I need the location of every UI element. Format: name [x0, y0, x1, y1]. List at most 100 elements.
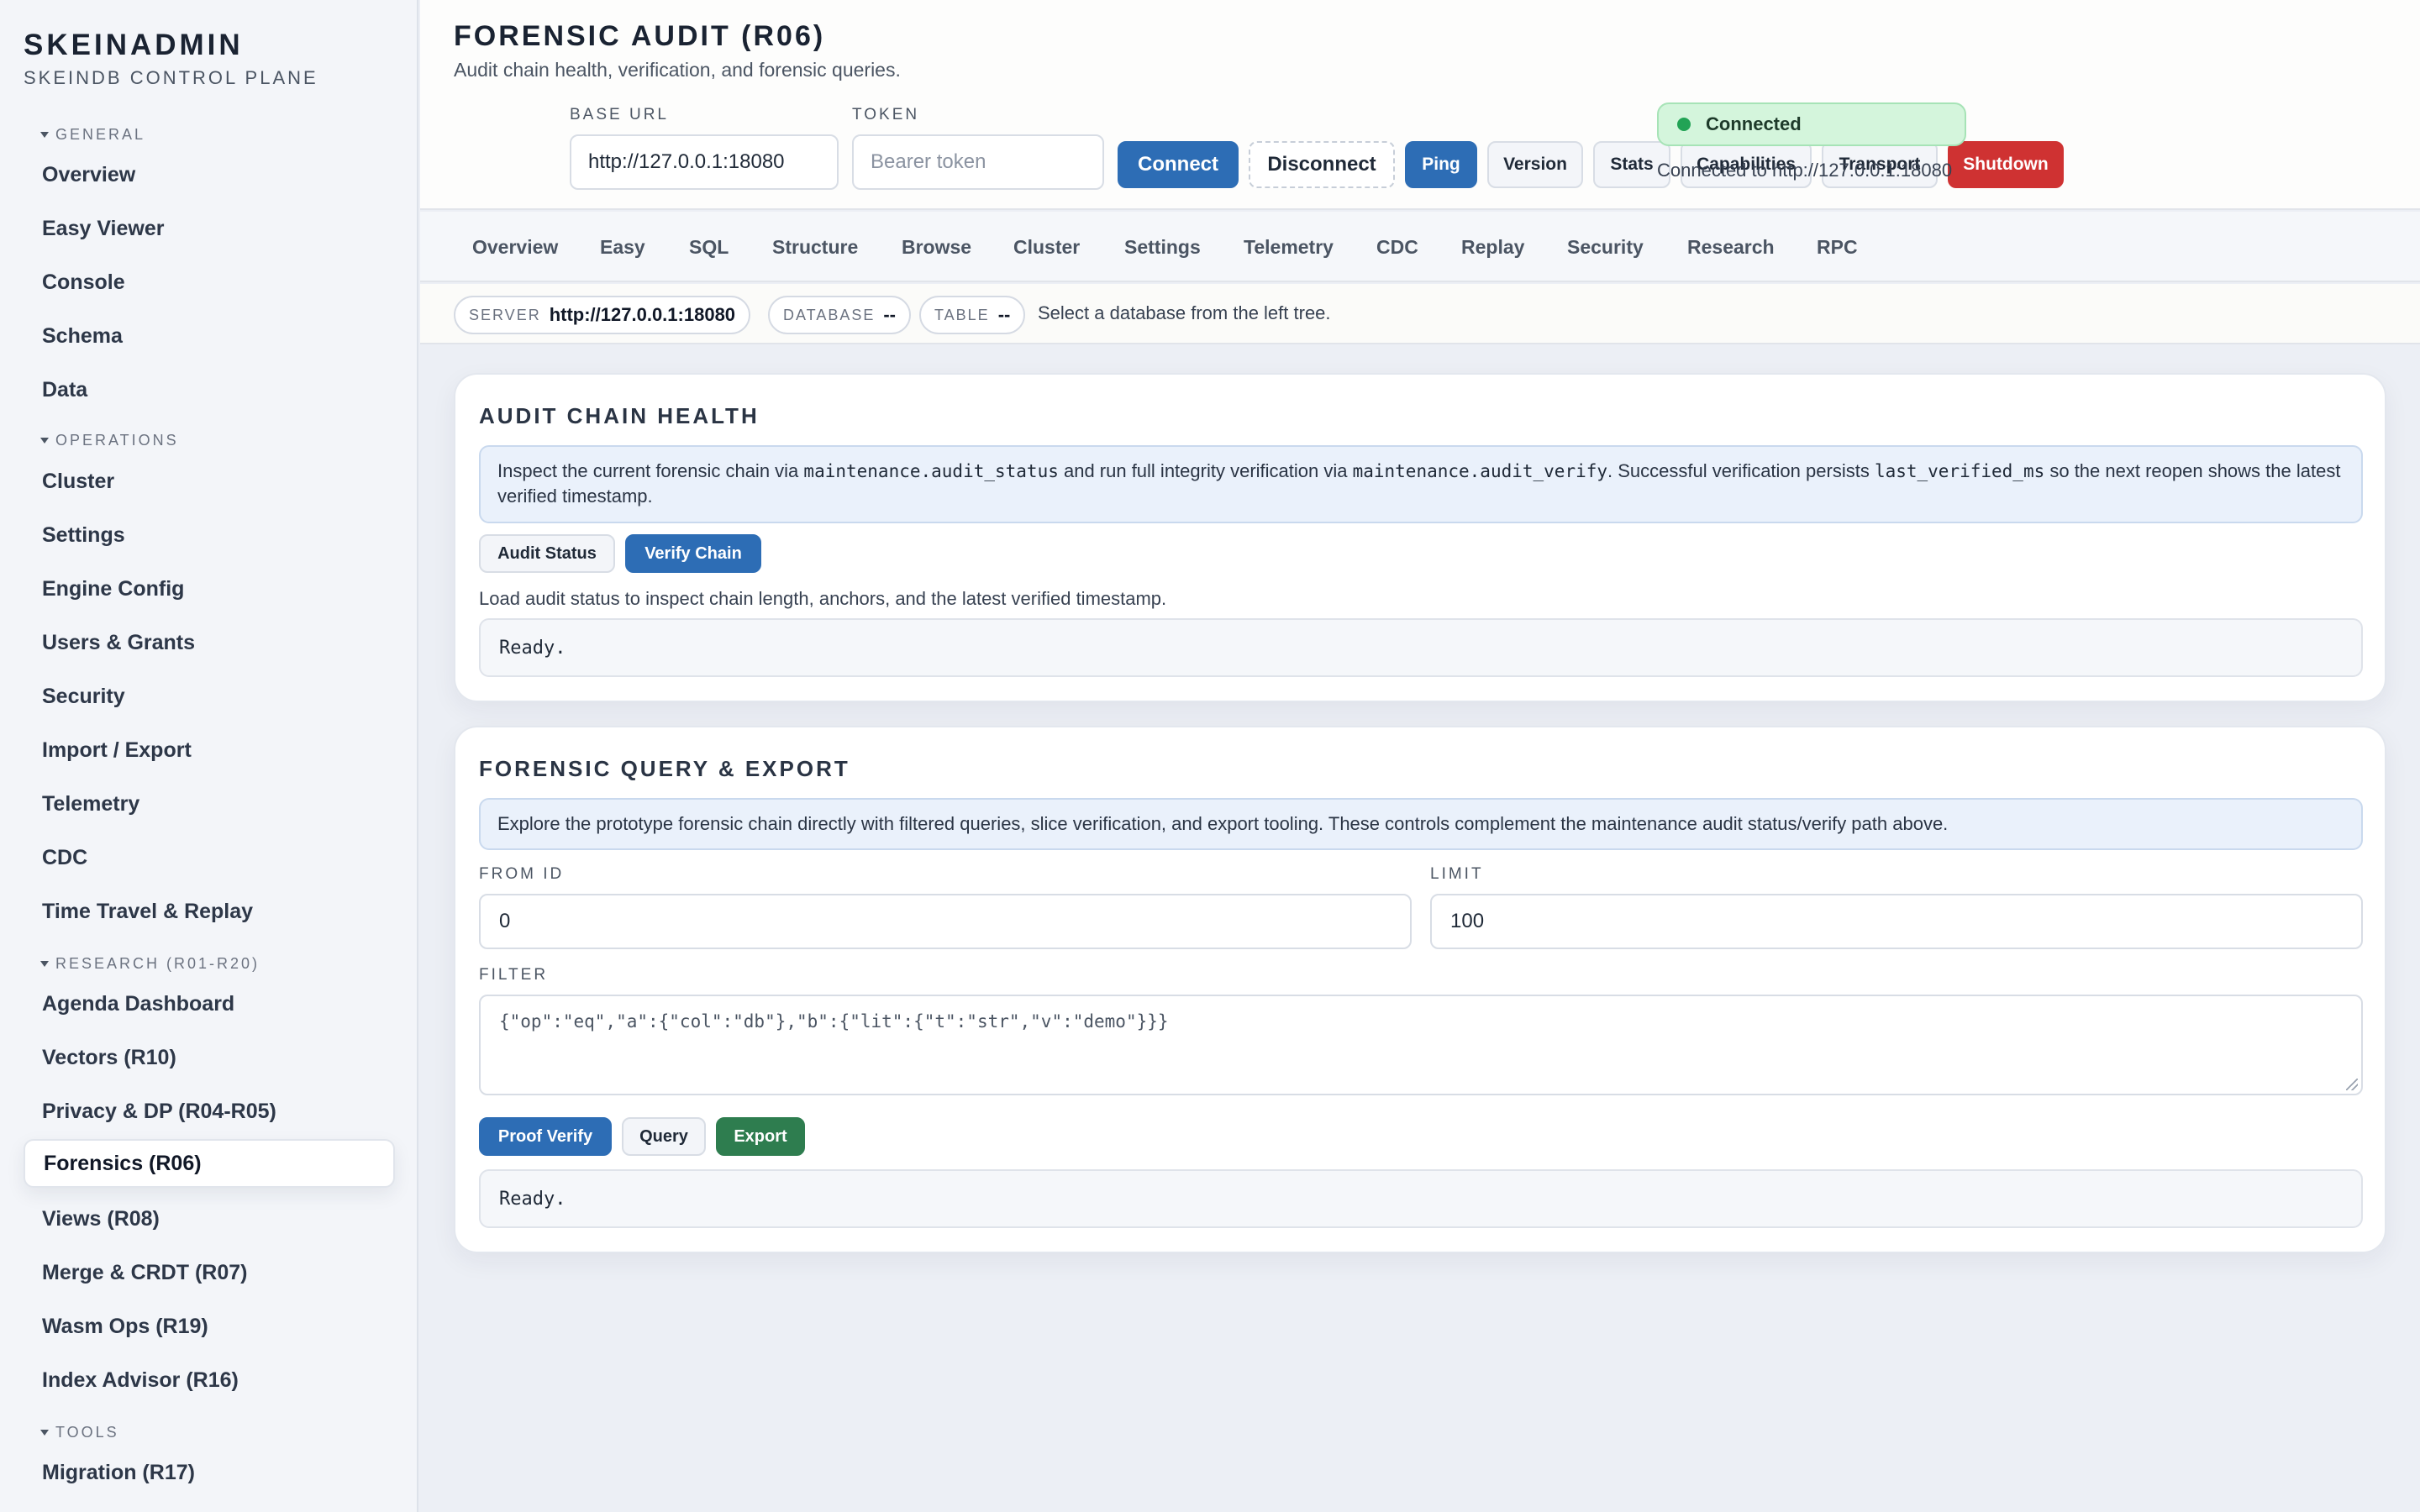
server-pill-label: SERVER [469, 306, 541, 323]
database-pill[interactable]: DATABASE -- [768, 296, 912, 334]
tab-easy[interactable]: Easy [600, 212, 645, 282]
brand-subtitle: SKEINDB CONTROL PLANE [24, 67, 318, 88]
sidebar-item-settings[interactable]: Settings [24, 511, 395, 559]
tab-telemetry[interactable]: Telemetry [1244, 212, 1334, 282]
limit-label: LIMIT [1430, 865, 1484, 883]
connection-status-badge: Connected [1657, 102, 1966, 146]
audit-status-button[interactable]: Audit Status [479, 534, 615, 573]
sidebar-item-time-travel[interactable]: Time Travel & Replay [24, 887, 395, 936]
sidebar-item-import-export[interactable]: Import / Export [24, 726, 395, 774]
sidebar-item-data[interactable]: Data [24, 365, 395, 414]
version-button[interactable]: Version [1487, 141, 1583, 188]
shutdown-button[interactable]: Shutdown [1948, 141, 2064, 188]
section-research[interactable]: RESEARCH (R01-R20) [40, 955, 260, 973]
info-text: and run full integrity verification via [1058, 460, 1353, 481]
tab-cdc[interactable]: CDC [1376, 212, 1418, 282]
sidebar-item-telemetry[interactable]: Telemetry [24, 780, 395, 828]
tab-replay[interactable]: Replay [1461, 212, 1524, 282]
filter-label: FILTER [479, 966, 549, 984]
sidebar-item-migration[interactable]: Migration (R17) [24, 1448, 395, 1497]
audit-info-box: Inspect the current forensic chain via m… [479, 445, 2363, 523]
query-info-box: Explore the prototype forensic chain dir… [479, 798, 2363, 851]
from-id-input[interactable]: 0 [479, 894, 1412, 949]
tab-structure[interactable]: Structure [772, 212, 858, 282]
page-title: FORENSIC AUDIT (R06) [454, 20, 826, 52]
chevron-down-icon [40, 1430, 49, 1436]
sidebar-item-security[interactable]: Security [24, 672, 395, 721]
sidebar-item-cluster[interactable]: Cluster [24, 457, 395, 506]
sidebar-item-views[interactable]: Views (R08) [24, 1194, 395, 1243]
table-pill-value: -- [997, 304, 1011, 325]
audit-chain-panel: AUDIT CHAIN HEALTH Inspect the current f… [454, 373, 2386, 702]
base-url-label: BASE URL [570, 106, 669, 123]
sidebar-item-overview[interactable]: Overview [24, 150, 395, 199]
tab-research[interactable]: Research [1687, 212, 1775, 282]
tab-bar: Overview Easy SQL Structure Browse Clust… [420, 212, 2420, 282]
server-pill: SERVER http://127.0.0.1:18080 [454, 296, 751, 334]
audit-helper-text: Load audit status to inspect chain lengt… [479, 588, 1167, 609]
section-label: GENERAL [55, 126, 146, 143]
sidebar-item-agenda[interactable]: Agenda Dashboard [24, 979, 395, 1028]
connection-status-text: Connected to http://127.0.0.1:18080 [1657, 160, 1953, 181]
tab-sql[interactable]: SQL [689, 212, 729, 282]
table-pill-label: TABLE [934, 306, 990, 323]
proof-verify-button[interactable]: Proof Verify [479, 1117, 612, 1156]
connection-status-label: Connected [1706, 113, 1802, 134]
filter-textarea[interactable]: {"op":"eq","a":{"col":"db"},"b":{"lit":{… [479, 995, 2363, 1095]
sidebar-item-easy-viewer[interactable]: Easy Viewer [24, 204, 395, 253]
sidebar-item-engine-config[interactable]: Engine Config [24, 564, 395, 613]
chevron-down-icon [40, 132, 49, 138]
sidebar-item-vectors[interactable]: Vectors (R10) [24, 1033, 395, 1082]
section-tools[interactable]: TOOLS [40, 1424, 119, 1441]
ping-button[interactable]: Ping [1405, 141, 1477, 188]
section-label: RESEARCH (R01-R20) [55, 955, 260, 972]
disconnect-button[interactable]: Disconnect [1249, 141, 1395, 188]
export-button[interactable]: Export [716, 1117, 805, 1156]
info-code: last_verified_ms [1874, 461, 2045, 481]
chevron-down-icon [40, 961, 49, 967]
sidebar-item-users-grants[interactable]: Users & Grants [24, 618, 395, 667]
sidebar-item-index-advisor[interactable]: Index Advisor (R16) [24, 1356, 395, 1404]
base-url-input[interactable]: http://127.0.0.1:18080 [570, 134, 839, 190]
from-id-label: FROM ID [479, 865, 565, 883]
forensic-query-panel: FORENSIC QUERY & EXPORT Explore the prot… [454, 726, 2386, 1253]
section-label: OPERATIONS [55, 432, 179, 449]
tab-browse[interactable]: Browse [902, 212, 971, 282]
sidebar-item-schema[interactable]: Schema [24, 312, 395, 360]
panel-title: AUDIT CHAIN HEALTH [479, 403, 760, 428]
sidebar-item-wasm[interactable]: Wasm Ops (R19) [24, 1302, 395, 1351]
status-dot-icon [1677, 118, 1691, 131]
connect-button[interactable]: Connect [1118, 141, 1239, 188]
info-code: maintenance.audit_status [803, 461, 1059, 481]
query-button[interactable]: Query [622, 1117, 706, 1156]
token-input[interactable]: Bearer token [852, 134, 1104, 190]
sidebar: SKEINADMIN SKEINDB CONTROL PLANE GENERAL… [0, 0, 418, 1512]
section-operations[interactable]: OPERATIONS [40, 432, 179, 449]
tab-rpc[interactable]: RPC [1817, 212, 1858, 282]
context-message: Select a database from the left tree. [1038, 302, 1331, 323]
top-header: FORENSIC AUDIT (R06) Audit chain health,… [420, 0, 2420, 210]
audit-output: Ready. [479, 618, 2363, 677]
token-label: TOKEN [852, 106, 920, 123]
sidebar-item-cdc[interactable]: CDC [24, 833, 395, 882]
tab-security[interactable]: Security [1567, 212, 1644, 282]
info-code: maintenance.audit_verify [1352, 461, 1608, 481]
sidebar-item-forensics[interactable]: Forensics (R06) [24, 1139, 395, 1188]
database-pill-value: -- [883, 304, 897, 325]
filter-value: {"op":"eq","a":{"col":"db"},"b":{"lit":{… [499, 1011, 1169, 1032]
table-pill[interactable]: TABLE -- [919, 296, 1026, 334]
limit-input[interactable]: 100 [1430, 894, 2363, 949]
verify-chain-button[interactable]: Verify Chain [625, 534, 761, 573]
info-text: . Successful verification persists [1607, 460, 1875, 481]
tab-settings[interactable]: Settings [1124, 212, 1201, 282]
context-bar: SERVER http://127.0.0.1:18080 DATABASE -… [420, 284, 2420, 344]
tab-cluster[interactable]: Cluster [1013, 212, 1080, 282]
resize-handle-icon[interactable] [2346, 1079, 2358, 1090]
sidebar-item-console[interactable]: Console [24, 258, 395, 307]
sidebar-item-merge[interactable]: Merge & CRDT (R07) [24, 1248, 395, 1297]
tab-overview[interactable]: Overview [472, 212, 558, 282]
sidebar-item-privacy[interactable]: Privacy & DP (R04-R05) [24, 1087, 395, 1136]
page-subtitle: Audit chain health, verification, and fo… [454, 59, 901, 81]
info-text: Inspect the current forensic chain via [497, 460, 804, 481]
section-general[interactable]: GENERAL [40, 126, 145, 144]
